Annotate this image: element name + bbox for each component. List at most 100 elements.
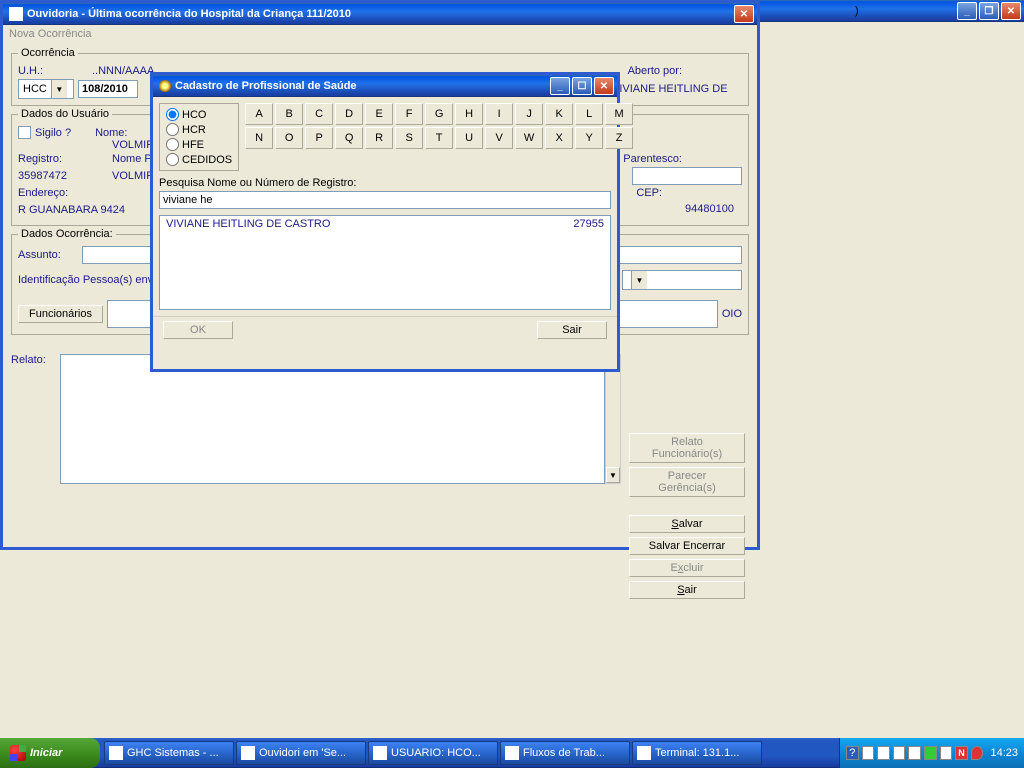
app-icon <box>109 746 123 760</box>
letter-k-button[interactable]: K <box>545 103 573 125</box>
uh-value: HCC <box>19 83 51 95</box>
cadastro-minimize-button[interactable]: _ <box>550 77 570 95</box>
oio-text: OIO <box>722 308 742 320</box>
letter-q-button[interactable]: Q <box>335 127 363 149</box>
identificacao-select[interactable]: ▼ <box>622 270 742 290</box>
tray-icon[interactable] <box>862 746 875 760</box>
letter-l-button[interactable]: L <box>575 103 603 125</box>
clock: 14:23 <box>990 747 1018 759</box>
app-icon <box>505 746 519 760</box>
cadastro-sair-button[interactable]: Sair <box>537 321 607 339</box>
letter-b-button[interactable]: B <box>275 103 303 125</box>
letter-y-button[interactable]: Y <box>575 127 603 149</box>
letter-g-button[interactable]: G <box>425 103 453 125</box>
app-minimize-button[interactable]: _ <box>957 2 977 20</box>
security-shield-icon[interactable] <box>971 746 984 760</box>
chevron-down-icon: ▼ <box>631 271 647 289</box>
taskbar-item[interactable]: GHC Sistemas - ... <box>104 741 234 765</box>
start-button[interactable]: Iniciar <box>0 738 100 768</box>
tray-icon[interactable] <box>893 746 906 760</box>
assunto-label: Assunto: <box>18 249 78 261</box>
date-format-label: ..NNN/AAAA <box>92 65 154 77</box>
taskbar-item-label: Terminal: 131.1... <box>655 747 739 759</box>
ouvidoria-close-button[interactable]: ✕ <box>734 5 754 23</box>
result-code: 27955 <box>573 218 604 230</box>
letter-e-button[interactable]: E <box>365 103 393 125</box>
taskbar-item[interactable]: Terminal: 131.1... <box>632 741 762 765</box>
registro-label: Registro: <box>18 153 108 165</box>
letter-w-button[interactable]: W <box>515 127 543 149</box>
letter-i-button[interactable]: I <box>485 103 513 125</box>
taskbar-item-label: Fluxos de Trab... <box>523 747 605 759</box>
hospital-radio-group: HCO HCR HFE CEDIDOS <box>159 103 239 171</box>
cep-label: CEP: <box>636 187 662 199</box>
letter-f-button[interactable]: F <box>395 103 423 125</box>
radio-cedidos[interactable]: CEDIDOS <box>166 153 232 166</box>
funcionarios-button[interactable]: Funcionários <box>18 305 103 323</box>
letter-u-button[interactable]: U <box>455 127 483 149</box>
sigilo-checkbox[interactable] <box>18 126 31 139</box>
relato-textarea[interactable] <box>60 354 605 484</box>
parecer-gerencia-button[interactable]: Parecer Gerência(s) <box>629 467 745 497</box>
menu-nova-ocorrencia[interactable]: Nova Ocorrência <box>3 25 757 43</box>
windows-logo-icon <box>10 745 26 761</box>
letter-o-button[interactable]: O <box>275 127 303 149</box>
tray-icon[interactable] <box>877 746 890 760</box>
letter-p-button[interactable]: P <box>305 127 333 149</box>
letter-j-button[interactable]: J <box>515 103 543 125</box>
window-icon <box>9 7 23 21</box>
relato-label: Relato: <box>11 354 56 366</box>
letter-c-button[interactable]: C <box>305 103 333 125</box>
letter-m-button[interactable]: M <box>605 103 633 125</box>
radio-hfe[interactable]: HFE <box>166 138 232 151</box>
scrollbar[interactable]: ▲ ▼ <box>605 354 621 484</box>
search-input[interactable] <box>159 191 611 209</box>
grau-input[interactable] <box>632 167 742 185</box>
letter-v-button[interactable]: V <box>485 127 513 149</box>
ok-button[interactable]: OK <box>163 321 233 339</box>
result-row[interactable]: VIVIANE HEITLING DE CASTRO 27955 <box>160 216 610 232</box>
sair-button[interactable]: Sair <box>629 581 745 599</box>
salvar-button[interactable]: Salvar <box>629 515 745 533</box>
tray-icon[interactable] <box>924 746 937 760</box>
radio-hcr[interactable]: HCR <box>166 123 232 136</box>
letter-x-button[interactable]: X <box>545 127 573 149</box>
uh-select[interactable]: HCC ▼ <box>18 79 74 99</box>
aberto-por-label: Aberto por: <box>628 65 682 77</box>
date-input[interactable]: 108/2010 <box>78 80 138 98</box>
help-icon[interactable]: ? <box>846 746 859 760</box>
radio-hco[interactable]: HCO <box>166 108 232 121</box>
taskbar-item-label: USUARIO: HCO... <box>391 747 481 759</box>
letter-t-button[interactable]: T <box>425 127 453 149</box>
letter-h-button[interactable]: H <box>455 103 483 125</box>
cadastro-close-button[interactable]: ✕ <box>594 77 614 95</box>
relato-funcionarios-button[interactable]: Relato Funcionário(s) <box>629 433 745 463</box>
letter-d-button[interactable]: D <box>335 103 363 125</box>
identificacao-label: Identificação Pessoa(s) env <box>18 274 153 286</box>
excluir-button[interactable]: Excluir <box>629 559 745 577</box>
registro-value: 35987472 <box>18 170 108 182</box>
chevron-down-icon: ▼ <box>51 80 67 98</box>
taskbar-item-label: Ouvidori em 'Se... <box>259 747 346 759</box>
result-list[interactable]: VIVIANE HEITLING DE CASTRO 27955 <box>159 215 611 310</box>
taskbar-item[interactable]: USUARIO: HCO... <box>368 741 498 765</box>
letter-s-button[interactable]: S <box>395 127 423 149</box>
result-name: VIVIANE HEITLING DE CASTRO <box>166 218 330 230</box>
letter-r-button[interactable]: R <box>365 127 393 149</box>
letter-a-button[interactable]: A <box>245 103 273 125</box>
taskbar-item[interactable]: Fluxos de Trab... <box>500 741 630 765</box>
app-close-button[interactable]: ✕ <box>1001 2 1021 20</box>
letter-n-button[interactable]: N <box>245 127 273 149</box>
taskbar-item[interactable]: Ouvidori em 'Se... <box>236 741 366 765</box>
sigilo-label: Sigilo ? <box>35 127 71 139</box>
scroll-down-icon[interactable]: ▼ <box>606 467 620 483</box>
tray-icon[interactable] <box>908 746 921 760</box>
letter-z-button[interactable]: Z <box>605 127 633 149</box>
app-icon <box>241 746 255 760</box>
cadastro-maximize-button[interactable]: ☐ <box>572 77 592 95</box>
tray-icon[interactable] <box>940 746 953 760</box>
tray-n-icon[interactable]: N <box>955 746 968 760</box>
app-icon <box>637 746 651 760</box>
salvar-encerrar-button[interactable]: Salvar Encerrar <box>629 537 745 555</box>
app-maximize-button[interactable]: ❐ <box>979 2 999 20</box>
